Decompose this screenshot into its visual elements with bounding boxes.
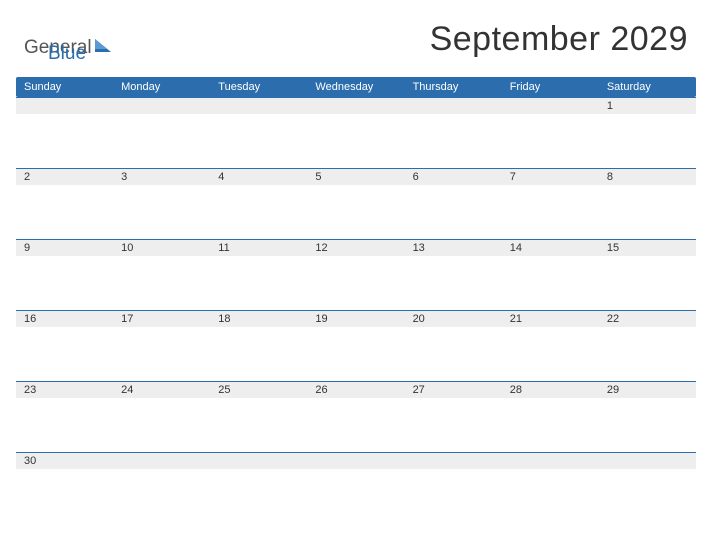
date-cell: 10 bbox=[113, 240, 210, 256]
day-header-thursday: Thursday bbox=[405, 77, 502, 97]
date-cell: 11 bbox=[210, 240, 307, 256]
day-header-friday: Friday bbox=[502, 77, 599, 97]
date-cell bbox=[405, 98, 502, 114]
date-cell: 6 bbox=[405, 169, 502, 185]
date-cell: 12 bbox=[307, 240, 404, 256]
date-cell: 21 bbox=[502, 311, 599, 327]
date-cell bbox=[113, 98, 210, 114]
logo-text-blue: Blue bbox=[48, 43, 86, 64]
date-cell bbox=[599, 453, 696, 469]
week-5: 23 24 25 26 27 28 29 bbox=[16, 381, 696, 452]
day-headers-row: Sunday Monday Tuesday Wednesday Thursday… bbox=[16, 77, 696, 97]
date-cell: 5 bbox=[307, 169, 404, 185]
date-cell: 4 bbox=[210, 169, 307, 185]
date-cell: 3 bbox=[113, 169, 210, 185]
date-cell: 25 bbox=[210, 382, 307, 398]
date-cell: 17 bbox=[113, 311, 210, 327]
date-cell bbox=[502, 98, 599, 114]
date-cell bbox=[307, 453, 404, 469]
date-cell: 23 bbox=[16, 382, 113, 398]
date-cell bbox=[405, 453, 502, 469]
day-header-sunday: Sunday bbox=[16, 77, 113, 97]
date-cell: 1 bbox=[599, 98, 696, 114]
date-cell bbox=[502, 453, 599, 469]
week-1: 1 bbox=[16, 97, 696, 168]
logo-triangle-icon bbox=[94, 38, 112, 59]
calendar-grid: Sunday Monday Tuesday Wednesday Thursday… bbox=[16, 77, 696, 523]
day-header-wednesday: Wednesday bbox=[307, 77, 404, 97]
date-cell: 7 bbox=[502, 169, 599, 185]
calendar-title: September 2029 bbox=[430, 20, 688, 59]
date-cell: 8 bbox=[599, 169, 696, 185]
date-cell bbox=[307, 98, 404, 114]
date-cell: 22 bbox=[599, 311, 696, 327]
date-cell: 2 bbox=[16, 169, 113, 185]
date-cell: 26 bbox=[307, 382, 404, 398]
date-cell: 15 bbox=[599, 240, 696, 256]
date-cell: 14 bbox=[502, 240, 599, 256]
date-cell: 16 bbox=[16, 311, 113, 327]
date-cell bbox=[16, 98, 113, 114]
date-cell bbox=[210, 98, 307, 114]
date-cell bbox=[210, 453, 307, 469]
date-cell: 13 bbox=[405, 240, 502, 256]
date-cell: 24 bbox=[113, 382, 210, 398]
week-4: 16 17 18 19 20 21 22 bbox=[16, 310, 696, 381]
day-header-saturday: Saturday bbox=[599, 77, 696, 97]
date-cell: 9 bbox=[16, 240, 113, 256]
day-header-tuesday: Tuesday bbox=[210, 77, 307, 97]
date-cell: 28 bbox=[502, 382, 599, 398]
date-cell bbox=[113, 453, 210, 469]
week-3: 9 10 11 12 13 14 15 bbox=[16, 239, 696, 310]
date-cell: 30 bbox=[16, 453, 113, 469]
date-cell: 18 bbox=[210, 311, 307, 327]
date-cell: 20 bbox=[405, 311, 502, 327]
date-cell: 29 bbox=[599, 382, 696, 398]
day-header-monday: Monday bbox=[113, 77, 210, 97]
week-6: 30 bbox=[16, 452, 696, 523]
week-2: 2 3 4 5 6 7 8 bbox=[16, 168, 696, 239]
date-cell: 19 bbox=[307, 311, 404, 327]
date-cell: 27 bbox=[405, 382, 502, 398]
